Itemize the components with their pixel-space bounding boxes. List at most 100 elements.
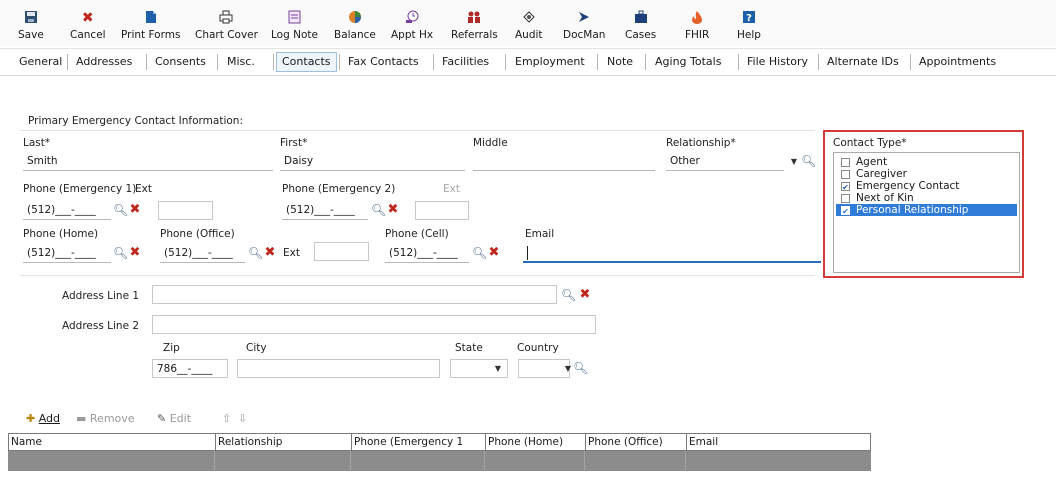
move-down-icon[interactable]: ⇩ <box>238 412 247 425</box>
relationship-select[interactable]: Other <box>666 152 784 171</box>
tab-alternate-ids[interactable]: Alternate IDs <box>822 53 904 71</box>
contact-type-item-next-of-kin[interactable]: Next of Kin <box>836 192 1017 204</box>
svg-text:?: ? <box>746 13 752 24</box>
checkbox-unchecked-icon[interactable] <box>841 169 850 179</box>
document-icon <box>143 10 159 26</box>
appt-hx-button[interactable]: Appt Hx <box>391 10 433 41</box>
tab-aging-totals[interactable]: Aging Totals <box>650 53 726 71</box>
contacts-grid-header: Name Relationship Phone (Emergency 1 Pho… <box>8 433 871 451</box>
section-divider <box>20 130 815 131</box>
middle-name-input[interactable] <box>473 152 655 171</box>
section-title: Primary Emergency Contact Information: <box>28 115 243 127</box>
audit-icon <box>521 10 537 26</box>
contact-type-item-caregiver[interactable]: Caregiver <box>836 168 1017 180</box>
phone-cell-lookup-icon[interactable]: 🔍︎ <box>472 246 487 260</box>
city-input[interactable] <box>237 359 440 378</box>
first-name-input[interactable]: Daisy <box>280 152 465 171</box>
phone-emergency2-input[interactable]: (512)___-____ <box>282 201 368 220</box>
phone-cell-input[interactable]: (512)___-____ <box>385 244 469 263</box>
tab-contacts[interactable]: Contacts <box>276 52 337 72</box>
phone-home-clear-icon[interactable]: ✖ <box>128 246 142 260</box>
chart-cover-button[interactable]: Chart Cover <box>195 10 258 41</box>
help-button[interactable]: ? Help <box>737 10 761 41</box>
contact-type-item-agent[interactable]: Agent <box>836 156 1017 168</box>
last-name-input[interactable]: Smith <box>23 152 273 171</box>
phone-emergency1-lookup-icon[interactable]: 🔍︎ <box>113 203 128 217</box>
tab-addresses[interactable]: Addresses <box>71 53 137 71</box>
tab-file-history[interactable]: File History <box>742 53 813 71</box>
city-label: City <box>246 342 267 354</box>
pencil-icon: ✎ <box>157 412 167 425</box>
grid-col-relationship[interactable]: Relationship <box>216 434 352 450</box>
docman-button[interactable]: DocMan <box>563 10 605 41</box>
grid-col-email[interactable]: Email <box>687 434 870 450</box>
address-line1-input[interactable] <box>152 285 557 304</box>
phone-home-label: Phone (Home) <box>23 228 99 240</box>
email-input[interactable] <box>523 244 821 263</box>
print-forms-button[interactable]: Print Forms <box>121 10 180 41</box>
edit-button[interactable]: ✎ Edit <box>157 412 191 425</box>
relationship-dropdown-icon[interactable]: ▼ <box>788 155 800 169</box>
ext2-input[interactable] <box>415 201 469 220</box>
tab-appointments[interactable]: Appointments <box>914 53 1001 71</box>
tab-consents[interactable]: Consents <box>150 53 211 71</box>
fhir-button[interactable]: FHIR <box>685 10 709 41</box>
cancel-icon: ✖ <box>81 10 94 26</box>
phone-office-clear-icon[interactable]: ✖ <box>263 246 277 260</box>
toolbar: Save ✖ Cancel Print Forms Chart Cover Lo… <box>0 0 1056 46</box>
ext3-input[interactable] <box>314 242 369 261</box>
checkbox-unchecked-icon[interactable] <box>841 157 850 167</box>
checkbox-unchecked-icon[interactable] <box>841 193 850 203</box>
phone-office-input[interactable]: (512)___-____ <box>160 244 245 263</box>
zip-label: Zip <box>163 342 180 354</box>
ext3-label: Ext <box>283 247 300 259</box>
last-label: Last* <box>23 137 51 149</box>
phone-home-lookup-icon[interactable]: 🔍︎ <box>113 246 128 260</box>
save-button[interactable]: Save <box>18 10 44 41</box>
balance-button[interactable]: Balance <box>334 10 376 41</box>
tab-fax-contacts[interactable]: Fax Contacts <box>343 53 424 71</box>
address-line2-input[interactable] <box>152 315 596 334</box>
tab-note[interactable]: Note <box>602 53 638 71</box>
grid-col-phone-office[interactable]: Phone (Office) <box>586 434 687 450</box>
move-up-icon[interactable]: ⇧ <box>222 412 231 425</box>
phone-emergency2-clear-icon[interactable]: ✖ <box>386 203 400 217</box>
grid-col-phone-home[interactable]: Phone (Home) <box>486 434 586 450</box>
contact-type-list[interactable]: Agent Caregiver ✔ Emergency Contact Next … <box>833 152 1020 273</box>
tab-misc[interactable]: Misc. <box>222 53 260 71</box>
phone-home-input[interactable]: (512)___-____ <box>23 244 111 263</box>
phone-office-lookup-icon[interactable]: 🔍︎ <box>248 246 263 260</box>
address-clear-icon[interactable]: ✖ <box>578 288 592 302</box>
state-dropdown-icon[interactable]: ▼ <box>492 362 504 376</box>
cancel-button[interactable]: ✖ Cancel <box>70 10 106 41</box>
tab-facilities[interactable]: Facilities <box>437 53 494 71</box>
relationship-lookup-icon[interactable]: 🔍︎ <box>801 154 816 168</box>
log-note-button[interactable]: Log Note <box>271 10 318 41</box>
phone-emergency2-lookup-icon[interactable]: 🔍︎ <box>371 203 386 217</box>
grid-col-name[interactable]: Name <box>9 434 216 450</box>
grid-col-phone-emergency1[interactable]: Phone (Emergency 1 <box>352 434 486 450</box>
checkbox-checked-icon[interactable]: ✔ <box>841 181 850 192</box>
tab-employment[interactable]: Employment <box>510 53 590 71</box>
zip-input[interactable]: 786__-____ <box>152 359 228 378</box>
checkbox-checked-icon[interactable]: ✔ <box>841 205 850 216</box>
phone-emergency1-clear-icon[interactable]: ✖ <box>128 203 142 217</box>
referrals-button[interactable]: Referrals <box>451 10 498 41</box>
phone-cell-clear-icon[interactable]: ✖ <box>487 246 501 260</box>
printer-icon <box>218 10 234 26</box>
remove-button[interactable]: ▬ Remove <box>76 412 135 425</box>
contact-type-item-personal-relationship[interactable]: ✔ Personal Relationship <box>836 204 1017 216</box>
appointment-icon <box>404 10 420 26</box>
phone-emergency1-input[interactable]: (512)___-____ <box>23 201 111 220</box>
table-row[interactable] <box>8 451 871 471</box>
tab-general[interactable]: General <box>14 53 67 71</box>
country-lookup-icon[interactable]: 🔍︎ <box>573 361 588 375</box>
add-button[interactable]: ✚ Add <box>26 412 60 425</box>
contact-type-item-emergency-contact[interactable]: ✔ Emergency Contact <box>836 180 1017 192</box>
ext1-input[interactable] <box>158 201 213 220</box>
address-lookup-icon[interactable]: 🔍︎ <box>561 288 576 302</box>
remove-icon: ▬ <box>76 412 87 425</box>
cases-button[interactable]: Cases <box>625 10 656 41</box>
audit-button[interactable]: Audit <box>515 10 543 41</box>
ext2-label: Ext <box>443 183 460 195</box>
